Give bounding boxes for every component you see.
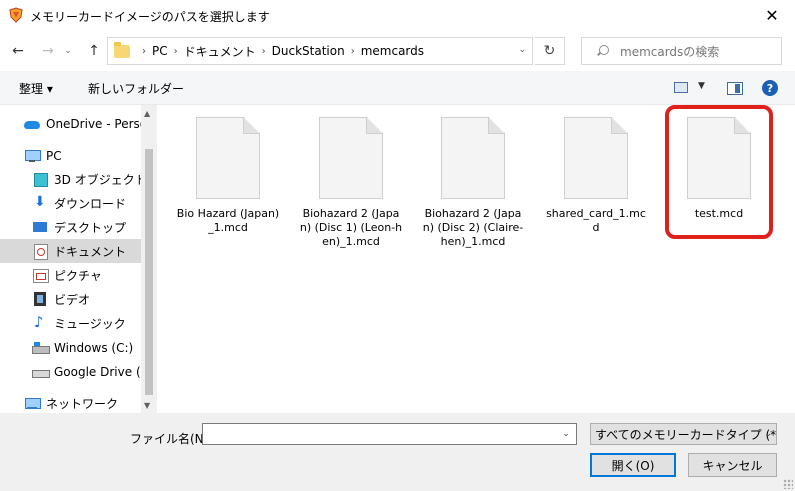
file-item[interactable]: shared_card_1.mcd [540,113,652,235]
video-icon [32,291,48,307]
organize-button[interactable]: 整理 ▾ [19,80,53,97]
download-icon [32,194,48,211]
navigation-bar: ← → ⌄ ↑ › PC › ドキュメント › DuckStation › me… [0,31,795,71]
forward-button[interactable]: → [38,41,58,61]
file-icon [196,117,260,199]
navigation-pane: OneDrive - Person PC 3D オブジェクト ダウンロード デス… [0,105,157,413]
sidebar-scrollbar[interactable]: ▲ ▼ [141,105,157,413]
file-icon [319,117,383,199]
chevron-right-icon[interactable]: › [351,46,355,57]
sidebar-item-network[interactable]: ネットワーク [0,391,141,413]
view-icon [674,82,688,93]
file-name: Biohazard 2 (Japan) (Disc 1) (Leon-hen)_… [299,207,403,248]
sidebar-item-windows-c[interactable]: Windows (C:) [0,336,141,360]
sidebar-item-label: ミュージック [54,316,126,331]
chevron-down-icon[interactable]: ⌄ [518,45,526,55]
sidebar-item-onedrive[interactable]: OneDrive - Person [0,112,141,136]
sidebar-item-label: デスクトップ [54,220,127,235]
filename-input[interactable]: ⌄ [202,423,577,445]
chevron-right-icon[interactable]: › [174,46,178,57]
preview-pane-button[interactable] [727,82,743,95]
cancel-button[interactable]: キャンセル [688,453,777,477]
music-icon [32,313,48,331]
onedrive-icon [24,116,40,132]
breadcrumb-duckstation[interactable]: DuckStation [272,44,345,58]
sidebar-item-label: ドキュメント [54,244,127,259]
new-folder-button[interactable]: 新しいフォルダー [88,80,184,97]
breadcrumb-memcards[interactable]: memcards [361,44,424,58]
sidebar-item-label: ダウンロード [54,196,127,211]
window-title: メモリーカードイメージのパスを選択します [30,10,270,24]
file-name: Bio Hazard (Japan)_1.mcd [176,207,280,234]
duckstation-app-icon [9,7,23,23]
sidebar-item-label: OneDrive - Person [46,117,141,131]
network-icon [24,395,41,411]
folder-icon [114,41,130,58]
sidebar-item-3d-objects[interactable]: 3D オブジェクト [0,167,141,191]
sidebar-item-label: Google Drive (G: [54,365,141,379]
scrollbar-thumb[interactable] [145,149,153,395]
chevron-down-icon[interactable]: ⌄ [556,424,576,444]
file-type-value: すべてのメモリーカードタイプ (*.mcd [595,427,777,442]
file-item[interactable]: Bio Hazard (Japan)_1.mcd [172,113,284,235]
search-placeholder: memcardsの検索 [620,44,720,59]
file-item[interactable]: Biohazard 2 (Japan) (Disc 1) (Leon-hen)_… [295,113,407,249]
address-bar[interactable]: › PC › ドキュメント › DuckStation › memcards ⌄ [107,37,533,65]
sidebar-item-label: ネットワーク [46,396,119,411]
help-button[interactable]: ? [762,80,778,96]
command-toolbar: 整理 ▾ 新しいフォルダー ▼ ? [0,71,795,105]
scroll-up-icon[interactable]: ▲ [144,109,150,118]
filename-label: ファイル名(N): [130,432,213,446]
sidebar-item-videos[interactable]: ビデオ [0,287,141,311]
recent-locations-button[interactable]: ⌄ [62,41,74,61]
documents-icon [32,243,48,260]
sidebar-item-label: Windows (C:) [54,341,134,355]
sidebar-item-documents[interactable]: ドキュメント [0,239,141,263]
sidebar-item-google-drive[interactable]: Google Drive (G: [0,360,141,384]
google-drive-icon [32,364,50,380]
file-icon [441,117,505,199]
pc-icon [24,148,41,164]
pictures-icon [32,267,49,283]
change-view-button[interactable]: ▼ [674,80,710,96]
file-item[interactable]: Biohazard 2 (Japan) (Disc 2) (Claire-hen… [417,113,529,249]
sidebar-item-label: ピクチャ [54,268,102,283]
refresh-button[interactable]: ↻ [535,37,565,65]
sidebar-item-downloads[interactable]: ダウンロード [0,191,141,215]
breadcrumb-documents[interactable]: ドキュメント [184,43,256,60]
sidebar-item-label: PC [46,149,62,163]
sidebar-item-music[interactable]: ミュージック [0,311,141,335]
file-list: Bio Hazard (Japan)_1.mcd Biohazard 2 (Ja… [157,105,795,413]
chevron-down-icon: ▼ [698,81,705,91]
file-icon [564,117,628,199]
search-icon [596,45,609,57]
chevron-right-icon[interactable]: › [142,46,146,57]
close-button[interactable]: ✕ [749,0,795,31]
desktop-icon [32,219,48,235]
file-name: shared_card_1.mcd [546,207,646,234]
scroll-down-icon[interactable]: ▼ [144,401,150,410]
sidebar-item-desktop[interactable]: デスクトップ [0,215,141,239]
up-button[interactable]: ↑ [84,41,104,61]
open-button[interactable]: 開く(O) [590,453,676,477]
file-name: Biohazard 2 (Japan) (Disc 2) (Claire-hen… [422,207,524,248]
resize-grip[interactable] [783,479,793,489]
sidebar-item-pictures[interactable]: ピクチャ [0,263,141,287]
file-type-select[interactable]: すべてのメモリーカードタイプ (*.mcd ⌄ [590,423,777,445]
search-box[interactable]: memcardsの検索 [581,37,782,65]
chevron-down-icon: ⌄ [764,429,772,439]
title-bar: メモリーカードイメージのパスを選択します ✕ [0,0,795,31]
sidebar-item-label: ビデオ [54,292,91,307]
3d-objects-icon [32,171,48,187]
sidebar-item-label: 3D オブジェクト [54,172,141,187]
chevron-right-icon[interactable]: › [262,46,266,57]
back-button[interactable]: ← [8,41,28,61]
breadcrumb-pc[interactable]: PC [152,44,168,58]
dialog-footer: ファイル名(N): ⌄ すべてのメモリーカードタイプ (*.mcd ⌄ 開く(O… [0,413,795,491]
drive-icon [32,340,50,356]
sidebar-item-pc[interactable]: PC [0,144,141,168]
highlight-annotation [665,105,773,239]
